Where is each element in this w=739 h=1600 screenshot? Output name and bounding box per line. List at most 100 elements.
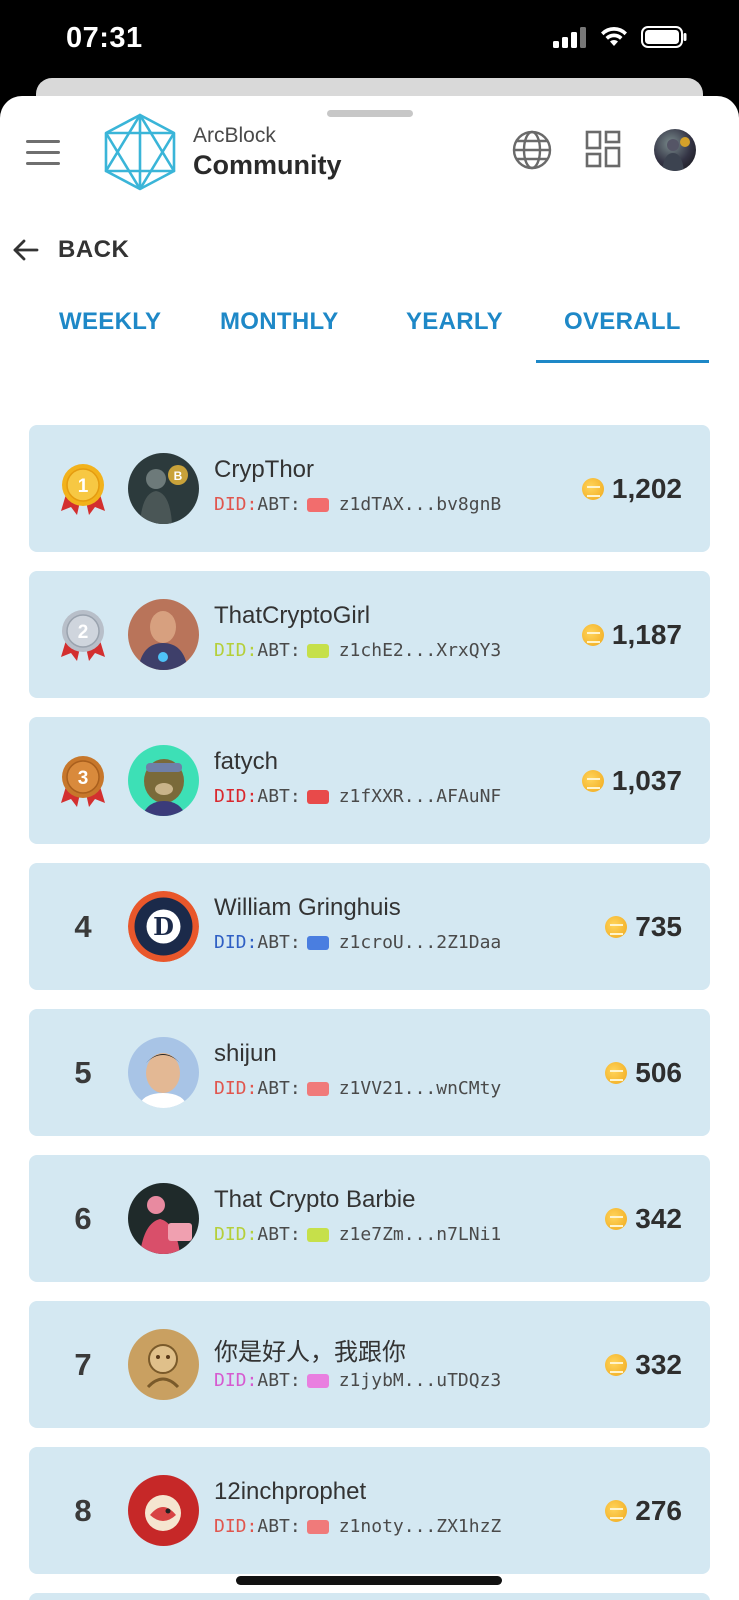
did-prefix: DID: <box>214 494 258 515</box>
rank-number: 6 <box>74 1200 92 1236</box>
did-prefix: DID: <box>214 1224 258 1245</box>
avatar <box>128 1183 199 1254</box>
did-address[interactable]: DID: ABT: z1noty...ZX1hzZ <box>214 1516 501 1537</box>
active-tab-indicator <box>536 360 709 363</box>
did-identicon <box>306 935 329 950</box>
coin-icon <box>605 1499 628 1522</box>
did-address[interactable]: DID: ABT: z1fXXR...AFAuNF <box>214 786 501 807</box>
did-identicon <box>306 643 329 658</box>
back-label: BACK <box>58 236 130 263</box>
leaderboard-row[interactable]: 5 shijun DID: ABT: z1VV21...wnCMty 506 <box>29 1009 710 1136</box>
did-address[interactable]: DID: ABT: z1jybM...uTDQz3 <box>214 1370 501 1391</box>
gold-medal-icon: 1 <box>61 464 105 515</box>
did-type: ABT: <box>257 1516 301 1537</box>
leaderboard-row[interactable]: 7 你是好人，我跟你 DID: ABT: z1jybM...uTDQz3 332 <box>29 1301 710 1428</box>
leaderboard-row[interactable]: 8 12inchprophet DID: ABT: z1noty...ZX1hzZ … <box>29 1447 710 1574</box>
did-address[interactable]: DID: ABT: z1dTAX...bv8gnB <box>214 494 501 515</box>
coin-icon <box>581 477 604 500</box>
avatar: B <box>128 453 199 524</box>
rank-number: 5 <box>74 1054 92 1090</box>
leaderboard-row[interactable] <box>29 1593 710 1600</box>
user-avatar[interactable] <box>654 129 696 171</box>
username: ThatCryptoGirl <box>214 602 371 629</box>
did-address[interactable]: DID: ABT: z1e7Zm...n7LNi1 <box>214 1224 501 1245</box>
score-value: 276 <box>635 1494 682 1526</box>
svg-text:D: D <box>153 912 174 941</box>
did-identicon <box>306 789 329 804</box>
menu-icon[interactable] <box>26 140 60 166</box>
arrow-left-icon <box>13 239 39 261</box>
did-type: ABT: <box>257 640 301 661</box>
username: 你是好人，我跟你 <box>214 1339 406 1366</box>
coin-icon <box>605 1207 628 1230</box>
wifi-icon <box>601 26 627 46</box>
did-address[interactable]: DID: ABT: z1chE2...XrxQY3 <box>214 640 501 661</box>
did-value: z1chE2...XrxQY3 <box>338 640 502 661</box>
avatar <box>128 599 199 670</box>
rank-number: 7 <box>74 1346 92 1382</box>
did-prefix: DID: <box>214 1516 258 1537</box>
did-value: z1croU...2Z1Daa <box>338 932 502 953</box>
svg-text:1: 1 <box>78 476 89 497</box>
tab-overall[interactable]: OVERALL <box>564 308 681 336</box>
leaderboard-row[interactable]: 6 That Crypto Barbie DID: ABT: z1e7Zm...n7… <box>29 1155 710 1282</box>
home-indicator[interactable] <box>236 1576 502 1585</box>
status-time: 07:31 <box>66 22 143 54</box>
svg-text:3: 3 <box>78 768 89 789</box>
svg-text:B: B <box>174 469 183 483</box>
score-value: 342 <box>635 1202 682 1234</box>
did-identicon <box>306 1373 329 1388</box>
tab-weekly[interactable]: WEEKLY <box>59 308 161 336</box>
coin-icon <box>581 769 604 792</box>
score: 1,037 <box>581 717 682 844</box>
did-address[interactable]: DID: ABT: z1VV21...wnCMty <box>214 1078 501 1099</box>
did-type: ABT: <box>257 1224 301 1245</box>
leaderboard-row[interactable]: 3 fatych DID: ABT: z1fXXR...AFAuNF 1,037 <box>29 717 710 844</box>
score: 342 <box>605 1155 682 1282</box>
did-identicon <box>306 497 329 512</box>
did-type: ABT: <box>257 932 301 953</box>
did-address[interactable]: DID: ABT: z1croU...2Z1Daa <box>214 932 501 953</box>
did-value: z1VV21...wnCMty <box>338 1078 502 1099</box>
brand-bottom: Community <box>193 150 342 180</box>
modal-sheet: ArcBlock Community BACK WEEKLY MONTHLY Y… <box>0 96 739 1600</box>
leaderboard-row[interactable]: 1 B CrypThor DID: ABT: z1dTAX...bv8gnB 1,2… <box>29 425 710 552</box>
did-prefix: DID: <box>214 1370 258 1391</box>
rank-number: 8 <box>74 1492 92 1528</box>
apps-grid-icon[interactable] <box>585 130 621 168</box>
tab-monthly[interactable]: MONTHLY <box>220 308 339 336</box>
username: CrypThor <box>214 456 315 483</box>
status-icons <box>553 26 687 48</box>
did-value: z1fXXR...AFAuNF <box>338 786 502 807</box>
did-value: z1noty...ZX1hzZ <box>338 1516 502 1537</box>
did-prefix: DID: <box>214 786 258 807</box>
score-value: 506 <box>635 1056 682 1088</box>
did-type: ABT: <box>257 786 301 807</box>
did-prefix: DID: <box>214 640 258 661</box>
avatar <box>128 1037 199 1108</box>
battery-icon <box>641 26 687 48</box>
username: That Crypto Barbie <box>214 1186 416 1213</box>
cellular-signal-icon <box>553 27 586 48</box>
username: fatych <box>214 748 279 775</box>
did-type: ABT: <box>257 494 301 515</box>
leaderboard-row[interactable]: 4 D William Gringhuis DID: ABT: z1croU...2… <box>29 863 710 990</box>
svg-text:2: 2 <box>78 622 89 643</box>
username: 12inchprophet <box>214 1478 367 1505</box>
did-identicon <box>306 1519 329 1534</box>
avatar: D <box>128 891 199 962</box>
tab-yearly[interactable]: YEARLY <box>406 308 503 336</box>
brand-name: ArcBlock Community <box>193 124 342 181</box>
back-button[interactable]: BACK <box>12 236 129 264</box>
score: 1,187 <box>581 571 682 698</box>
leaderboard-row[interactable]: 2 ThatCryptoGirl DID: ABT: z1chE2...XrxQY3… <box>29 571 710 698</box>
did-value: z1jybM...uTDQz3 <box>338 1370 502 1391</box>
score-value: 735 <box>635 910 682 942</box>
coin-icon <box>605 1353 628 1376</box>
did-type: ABT: <box>257 1078 301 1099</box>
did-prefix: DID: <box>214 932 258 953</box>
did-prefix: DID: <box>214 1078 258 1099</box>
globe-icon[interactable] <box>512 130 552 170</box>
period-tabs: WEEKLY MONTHLY YEARLY OVERALL <box>0 294 739 364</box>
did-value: z1dTAX...bv8gnB <box>338 494 502 515</box>
